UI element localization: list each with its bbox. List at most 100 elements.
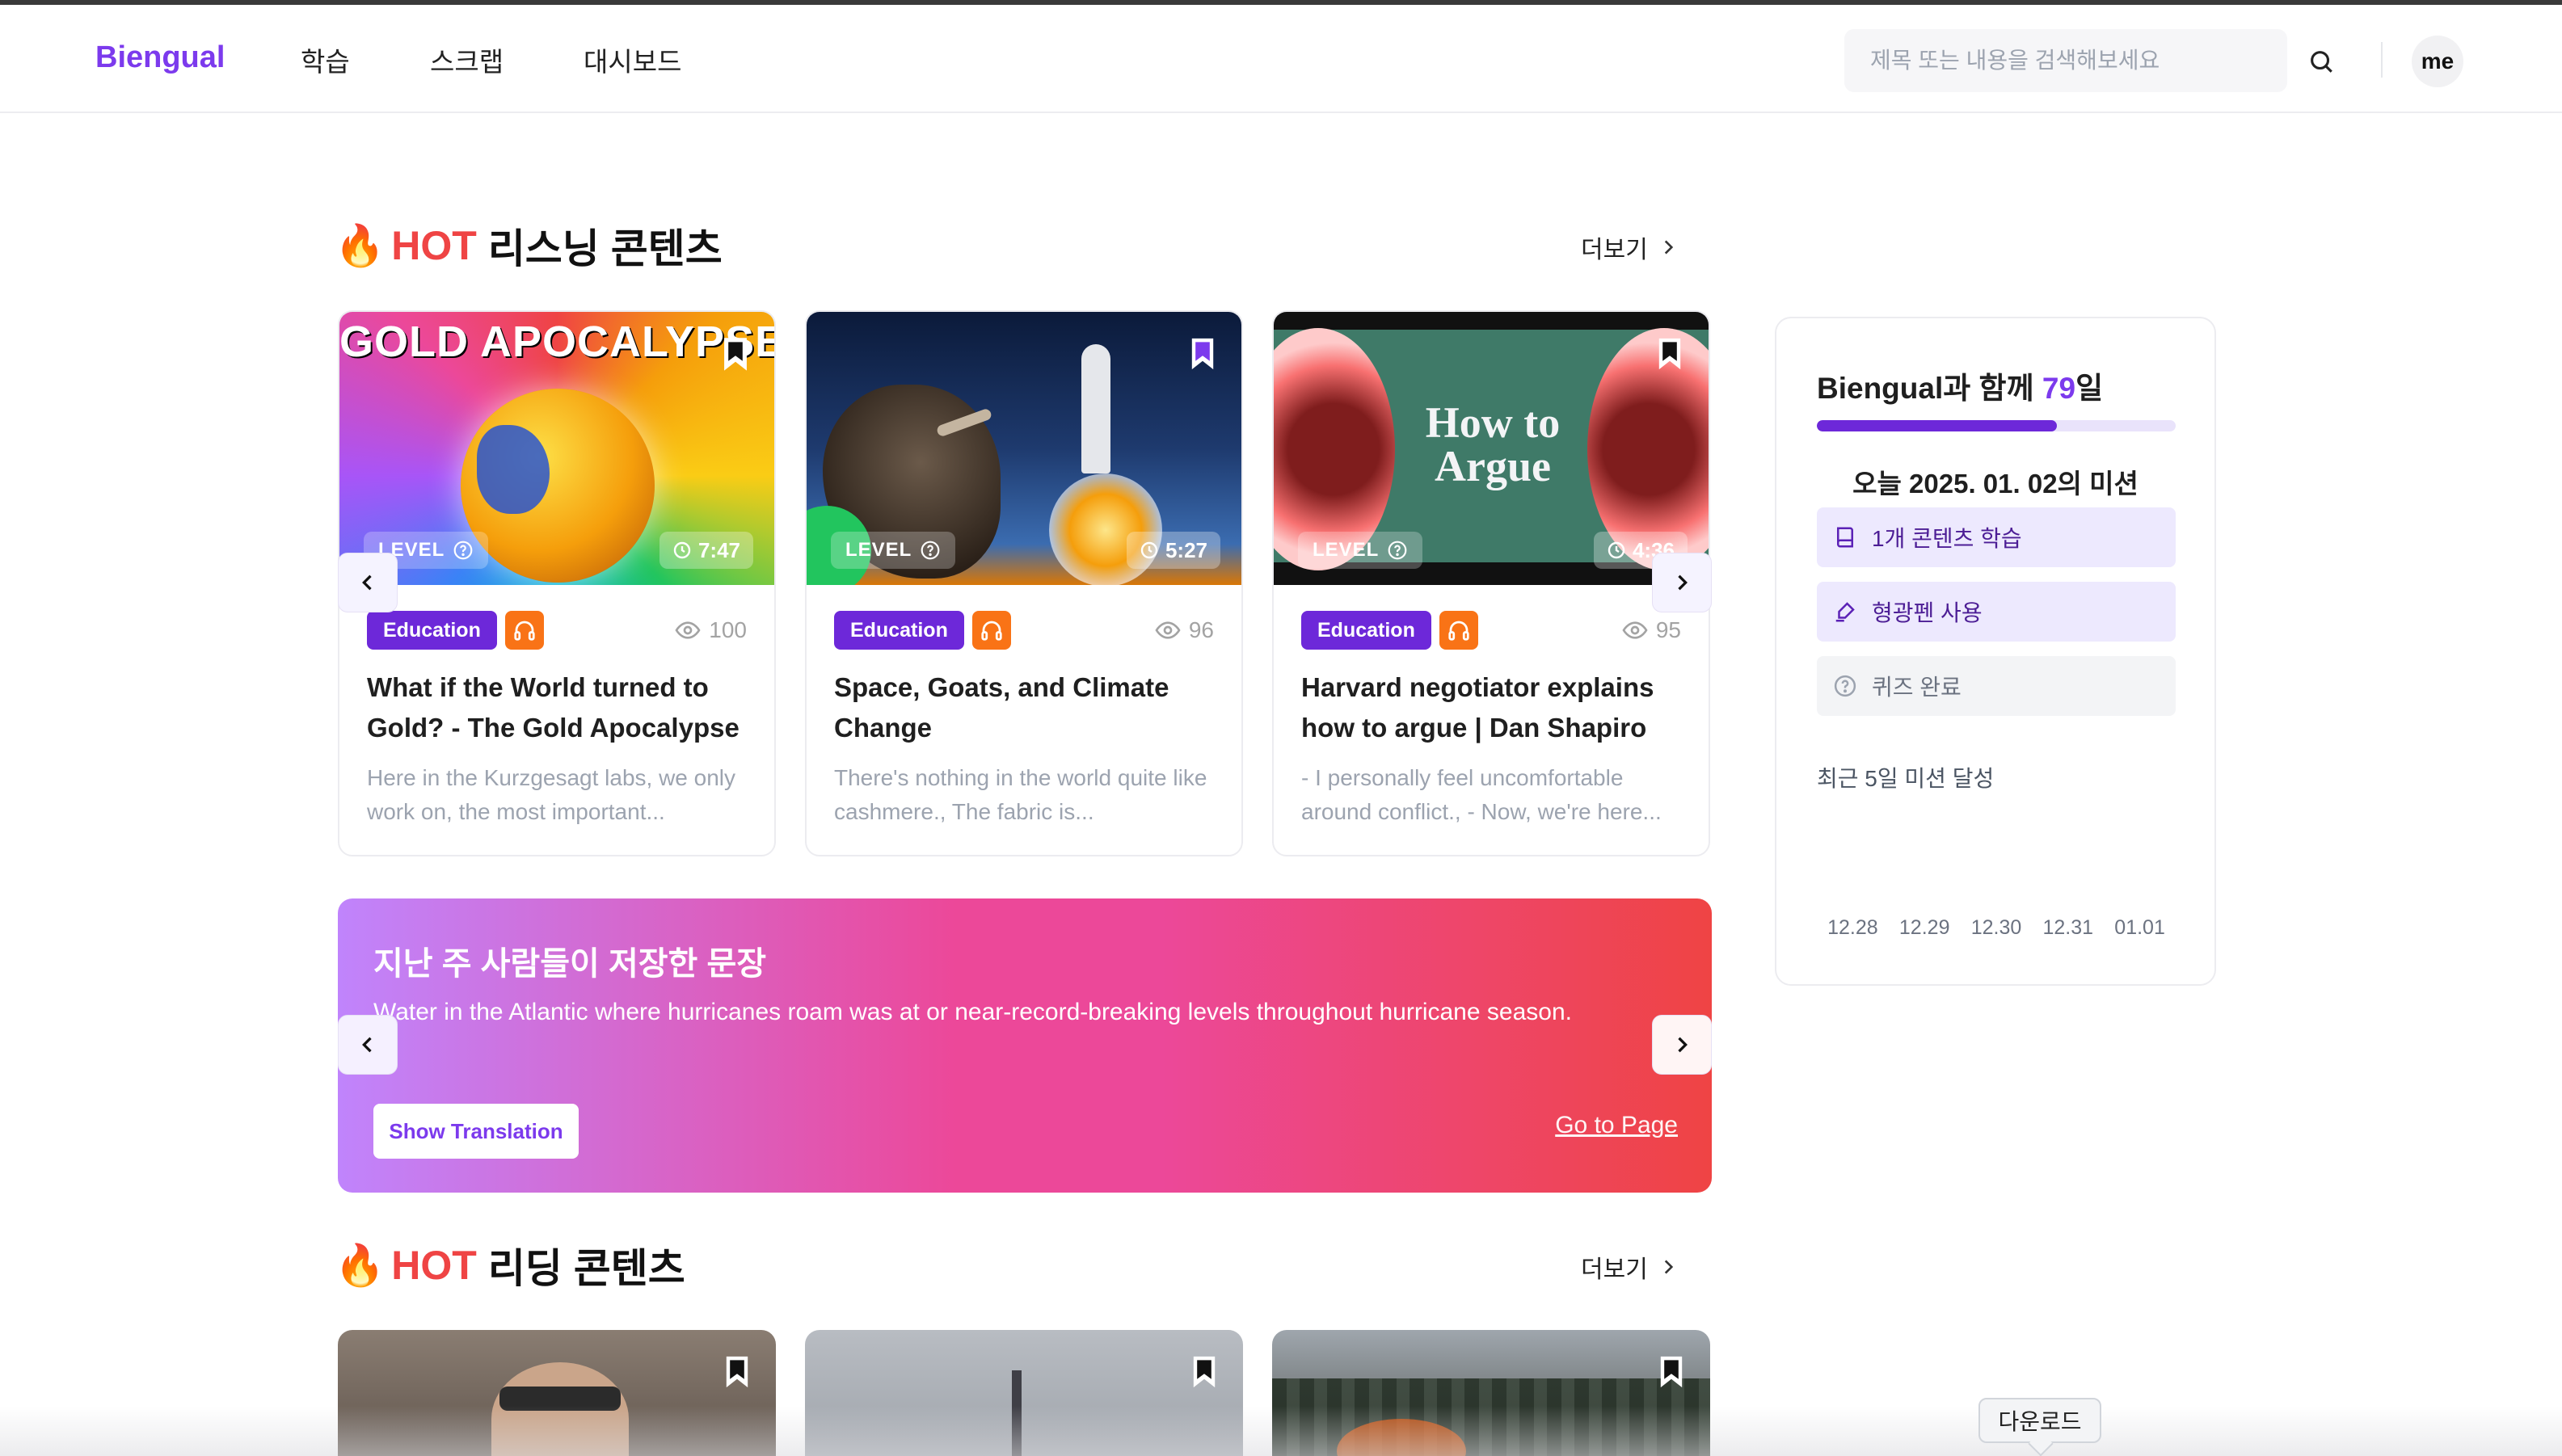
- download-tooltip: 다운로드: [1978, 1398, 2101, 1443]
- nav-item-learn[interactable]: 학습: [301, 40, 350, 79]
- reading-card-thumbnail[interactable]: [338, 1330, 776, 1456]
- card-slider-prev-button[interactable]: [338, 553, 398, 612]
- mission-label: 형광펜 사용: [1872, 600, 1983, 625]
- card-title: Harvard negotiator explains how to argue…: [1301, 672, 1654, 743]
- day-label: 01.01: [2114, 916, 2165, 939]
- progress-bar-fill: [1817, 420, 2058, 431]
- thumbnail-title-text: How to Argue: [1425, 398, 1561, 490]
- day-label: 12.31: [2042, 916, 2094, 939]
- day-label: 12.30: [1970, 916, 2022, 939]
- section-title-listening: 🔥 HOT 리스닝 콘텐츠: [335, 217, 723, 275]
- audio-badge: [971, 611, 1011, 650]
- header-divider: [2381, 42, 2383, 78]
- hot-label: HOT: [391, 223, 477, 268]
- section-title-reading: 🔥 HOT 리딩 콘텐츠: [335, 1236, 685, 1294]
- eye-icon: [675, 621, 701, 639]
- duration-badge: 5:27: [1126, 532, 1220, 569]
- banner-title: 지난 주 사람들이 저장한 문장: [373, 946, 767, 982]
- reading-card-thumbnail[interactable]: [1272, 1330, 1710, 1456]
- banner-prev-button[interactable]: [338, 1015, 398, 1075]
- clock-icon: [1140, 541, 1158, 559]
- view-count: 100: [675, 617, 747, 643]
- more-label: 더보기: [1581, 237, 1648, 263]
- content-card[interactable]: GOLD APOCALYPSE LEVEL 7:47 Education 100…: [338, 310, 776, 856]
- headphones-icon: [1448, 621, 1469, 641]
- nav-item-dashboard[interactable]: 대시보드: [584, 40, 681, 79]
- show-translation-button[interactable]: Show Translation: [373, 1104, 579, 1159]
- bookmark-icon[interactable]: [1657, 1354, 1686, 1390]
- content-card[interactable]: How to Argue LEVEL 4:36 Education 95 Har…: [1272, 310, 1710, 856]
- more-link-reading[interactable]: 더보기: [1581, 1249, 1679, 1285]
- search-icon: [2311, 51, 2332, 73]
- level-badge: LEVEL: [1298, 532, 1423, 569]
- recent-missions-label: 최근 5일 미션 달성: [1817, 766, 1995, 791]
- duration-text: 7:47: [697, 537, 740, 562]
- category-badge: Education: [834, 611, 964, 650]
- thumbnail-title-text: GOLD APOCALYPSE: [339, 318, 774, 366]
- level-label: LEVEL: [845, 539, 912, 561]
- search-box: [1844, 29, 2287, 92]
- card-thumbnail: How to Argue LEVEL 4:36: [1274, 312, 1709, 585]
- view-count: 96: [1155, 617, 1214, 643]
- view-count-text: 95: [1655, 617, 1681, 642]
- more-link-listening[interactable]: 더보기: [1581, 229, 1679, 265]
- panel-title-prefix: Biengual과 함께: [1817, 372, 2042, 405]
- help-circle-icon[interactable]: [920, 540, 941, 561]
- logo[interactable]: Biengual: [95, 40, 225, 75]
- search-input[interactable]: [1870, 48, 2287, 74]
- clock-icon: [673, 541, 691, 559]
- book-icon: [1837, 527, 1853, 548]
- reading-card-thumbnail[interactable]: [805, 1330, 1243, 1456]
- chevron-right-icon: [1678, 574, 1688, 591]
- headphones-icon: [514, 621, 535, 641]
- rocket-art: [1081, 344, 1110, 473]
- section-title-text: 리스닝 콘텐츠: [487, 226, 723, 271]
- mission-label: 퀴즈 완료: [1872, 675, 1962, 700]
- duration-badge: 7:47: [659, 532, 753, 569]
- avatar[interactable]: me: [2412, 36, 2463, 87]
- bookmark-icon[interactable]: [723, 1354, 752, 1390]
- audio-badge: [1439, 611, 1478, 650]
- card-slider-next-button[interactable]: [1652, 553, 1712, 612]
- top-navbar: Biengual 학습 스크랩 대시보드 me: [0, 5, 2562, 113]
- bookmark-icon[interactable]: [1655, 336, 1684, 372]
- mission-item[interactable]: 퀴즈 완료: [1817, 656, 2176, 716]
- headphones-icon: [981, 621, 1002, 641]
- chevron-left-icon: [362, 574, 372, 591]
- audio-badge: [504, 611, 544, 650]
- search-button[interactable]: [2305, 45, 2337, 78]
- content-card[interactable]: LEVEL 5:27 Education 96 Space, Goats, an…: [805, 310, 1243, 856]
- hot-label: HOT: [391, 1243, 477, 1288]
- nav-item-scrap[interactable]: 스크랩: [430, 40, 504, 79]
- pole-art: [1012, 1370, 1022, 1456]
- card-meta: Education 95: [1301, 611, 1681, 650]
- banner-next-button[interactable]: [1652, 1015, 1712, 1075]
- card-title: What if the World turned to Gold? - The …: [367, 672, 740, 743]
- bookmark-icon[interactable]: [1190, 1354, 1219, 1390]
- chevron-left-icon: [362, 1037, 372, 1053]
- progress-bar: [1817, 420, 2176, 431]
- chevron-right-icon: [1664, 240, 1673, 255]
- panel-title: Biengual과 함께 79일: [1817, 364, 2103, 407]
- question-circle-icon: [1834, 675, 1856, 697]
- section-title-text: 리딩 콘텐츠: [487, 1246, 685, 1291]
- duration-text: 5:27: [1165, 537, 1207, 562]
- bookmark-icon[interactable]: [1188, 336, 1217, 372]
- card-description: Here in the Kurzgesagt labs, we only wor…: [367, 765, 736, 824]
- category-badge: Education: [367, 611, 497, 650]
- view-count: 95: [1622, 617, 1681, 643]
- fire-icon: 🔥: [335, 222, 386, 268]
- card-description: There's nothing in the world quite like …: [834, 765, 1207, 824]
- mission-item[interactable]: 형광펜 사용: [1817, 582, 2176, 642]
- card-meta: Education 100: [367, 611, 747, 650]
- view-count-text: 96: [1188, 617, 1214, 642]
- category-badge: Education: [1301, 611, 1431, 650]
- card-meta: Education 96: [834, 611, 1214, 650]
- days-count: 79: [2042, 372, 2076, 405]
- go-to-page-link[interactable]: Go to Page: [1555, 1112, 1678, 1139]
- help-circle-icon[interactable]: [453, 540, 474, 561]
- mission-item[interactable]: 1개 콘텐츠 학습: [1817, 507, 2176, 567]
- bookmark-icon[interactable]: [721, 336, 750, 372]
- help-circle-icon[interactable]: [1387, 540, 1408, 561]
- card-thumbnail: GOLD APOCALYPSE LEVEL 7:47: [339, 312, 774, 585]
